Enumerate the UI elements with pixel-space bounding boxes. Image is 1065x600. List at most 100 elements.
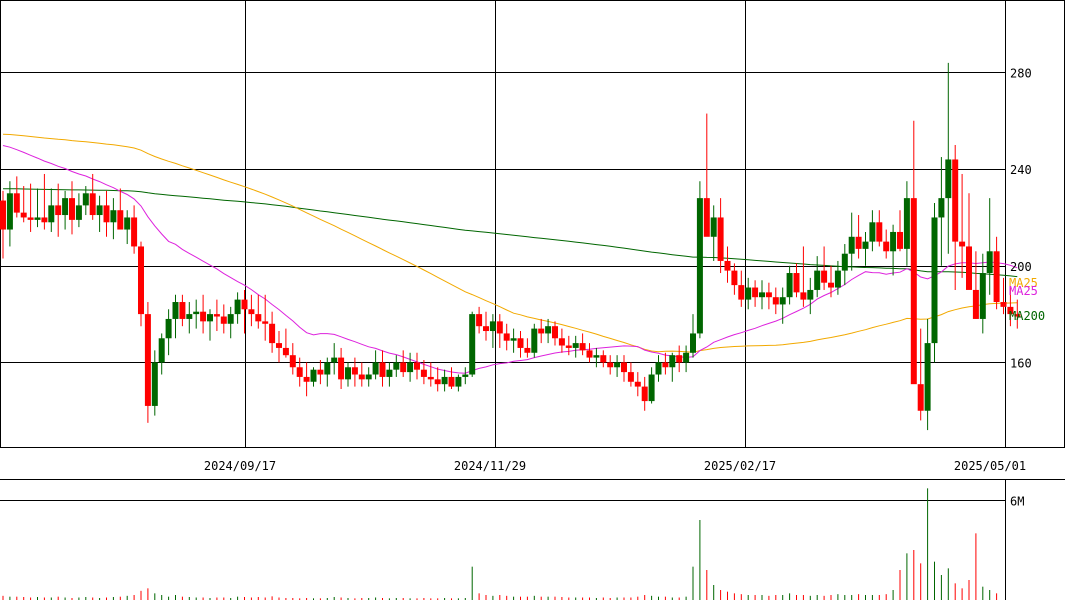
ma-legend: MA25MA25MA200 [1009,276,1045,323]
price-tick-label: 160 [1010,356,1032,370]
candle [510,328,517,353]
volume-bar [947,568,949,600]
candle [952,144,959,290]
candle [669,352,676,382]
candle-body [869,222,876,242]
candle-body [821,270,828,283]
price-tick-label: 200 [1010,260,1032,274]
candle [883,229,890,259]
candle [586,343,593,363]
candle-body [386,369,393,377]
candle-body [158,338,165,363]
candle [793,263,800,298]
volume-bar [471,566,473,600]
candle [627,362,634,387]
volume-bar [809,595,811,600]
volume-bar [706,570,708,600]
candle-body [759,292,765,298]
candle-body [338,357,345,380]
candle [441,369,448,392]
candle-body [931,217,938,344]
candle-body [289,355,296,368]
volume-bar [996,593,998,600]
candle-body [455,376,462,387]
candle-body [82,193,89,206]
candle-body [310,369,317,382]
volume-bar [733,593,735,600]
candle [282,328,289,358]
candle-body [34,217,41,220]
volume-bar [478,593,480,600]
ma-legend-label: MA200 [1009,309,1045,323]
volume-bar [961,588,963,600]
candle [234,292,241,324]
volume-bar [913,550,915,600]
candle [138,241,144,327]
candle [890,224,897,276]
candle-body [910,198,917,385]
x-axis-labels: 2024/09/17 2024/11/29 2025/02/17 2025/05/01 [204,459,1026,473]
candle-body [903,198,910,249]
volume-bar [934,561,935,600]
candle-body [248,309,255,315]
candle-body [1000,302,1007,307]
candle [41,173,48,230]
candle [765,282,772,310]
candle-body [117,210,124,230]
candle [96,195,103,232]
candle-body [586,350,593,358]
volume-bar [927,488,929,600]
volume-bar [789,593,791,600]
candle-body [669,355,676,368]
volume-bar [823,595,825,600]
candle [593,347,600,368]
candle-body [814,270,821,290]
candle [365,367,372,387]
candle [296,357,303,387]
candle [641,376,648,411]
candle [517,331,524,358]
volume-bar [837,594,839,600]
candle [462,367,469,385]
volume-bar [975,533,977,600]
volume-bar [175,595,176,600]
candle-body [565,345,572,348]
candle [483,311,489,341]
candle [48,188,55,232]
volume-bar [802,595,804,600]
candle-body [441,376,448,385]
candle-body [772,297,779,305]
volume-bar [761,595,763,600]
candle-body [552,326,558,339]
volume-bar [768,595,770,600]
candle [779,287,786,324]
candle-body [434,379,441,385]
volume-bar [506,595,508,600]
candle-body [282,347,289,356]
candle [345,362,351,387]
candle [807,277,814,315]
candle [972,251,979,319]
candle-body [345,367,351,380]
candle-body [276,343,282,348]
candle-body [993,251,1000,303]
candle [572,335,579,358]
candle [931,202,938,363]
candle [565,335,572,356]
candle-body [786,273,793,298]
candle [62,190,69,230]
candle [6,181,13,247]
volume-bar [154,593,156,600]
candle [276,331,282,363]
volume-bar [747,595,749,600]
volume-bar [816,595,818,600]
candle [862,231,869,266]
candle-body [151,362,158,406]
candle-body [372,362,379,375]
candle-body [979,273,986,319]
candle-body [227,314,234,324]
candle [55,183,62,237]
candle-body [75,205,82,220]
candle [400,350,407,377]
volume-bar [126,595,128,600]
